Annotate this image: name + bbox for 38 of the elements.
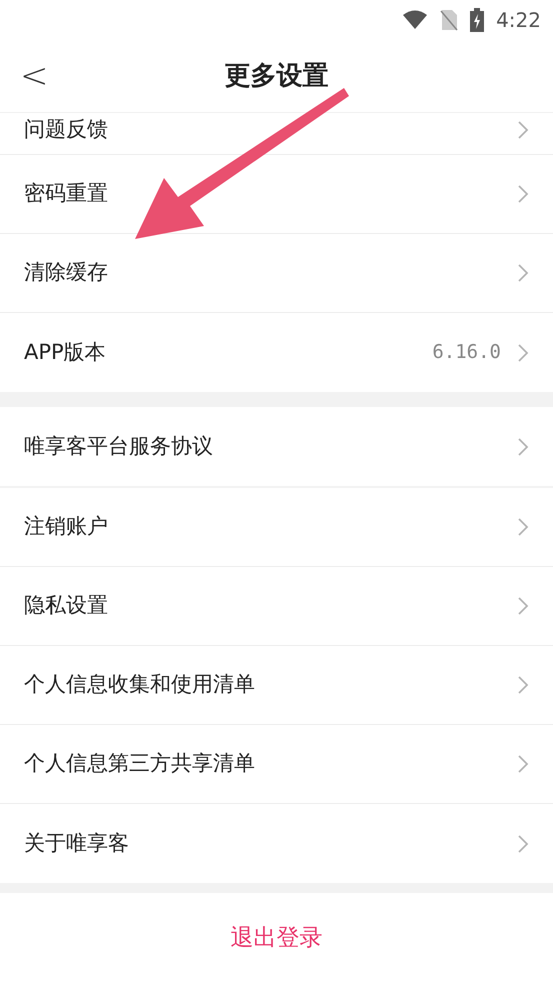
row-label: 个人信息第三方共享清单 (24, 750, 256, 778)
page-title: 更多设置 (224, 60, 328, 92)
battery-charging-icon (470, 8, 484, 32)
settings-row[interactable]: 关于唯享客 (0, 804, 553, 883)
row-label: 问题反馈 (24, 116, 109, 143)
row-label: 个人信息收集和使用清单 (24, 671, 256, 698)
settings-row[interactable]: 注销账户 (0, 488, 553, 567)
chevron-icon (517, 342, 529, 362)
status-time: 4:22 (496, 7, 541, 34)
wifi-icon (402, 10, 428, 30)
row-label: APP版本 (24, 338, 107, 366)
row-label: 清除缓存 (24, 259, 109, 286)
settings-row[interactable]: 隐私设置 (0, 567, 553, 646)
chevron-icon (517, 754, 529, 774)
chevron-icon (517, 436, 529, 456)
row-label: 唯享客平台服务协议 (24, 432, 214, 460)
chevron-icon (517, 184, 529, 204)
row-label: 注销账户 (24, 513, 109, 540)
chevron-icon (517, 675, 529, 695)
settings-row[interactable]: APP版本 6.16.0 (0, 313, 553, 392)
settings-row[interactable]: 唯享客平台服务协议 (0, 407, 553, 486)
chevron-icon (517, 834, 529, 854)
version-value: 6.16.0 (432, 340, 501, 366)
chevron-icon (517, 517, 529, 537)
row-label: 密码重置 (24, 180, 109, 208)
row-label: 隐私设置 (24, 592, 109, 620)
chevron-icon (517, 120, 529, 140)
back-button[interactable]: < (20, 59, 48, 93)
no-sim-icon (440, 9, 458, 31)
settings-row[interactable]: 清除缓存 (0, 234, 553, 313)
settings-row[interactable]: 密码重置 (0, 155, 553, 234)
settings-row[interactable]: 个人信息第三方共享清单 (0, 725, 553, 804)
chevron-icon (517, 596, 529, 616)
logout-button[interactable]: 退出登录 (0, 893, 553, 983)
settings-row[interactable]: 问题反馈 (0, 113, 553, 155)
settings-row[interactable]: 个人信息收集和使用清单 (0, 646, 553, 725)
chevron-icon (517, 263, 529, 283)
row-label: 关于唯享客 (24, 830, 130, 857)
